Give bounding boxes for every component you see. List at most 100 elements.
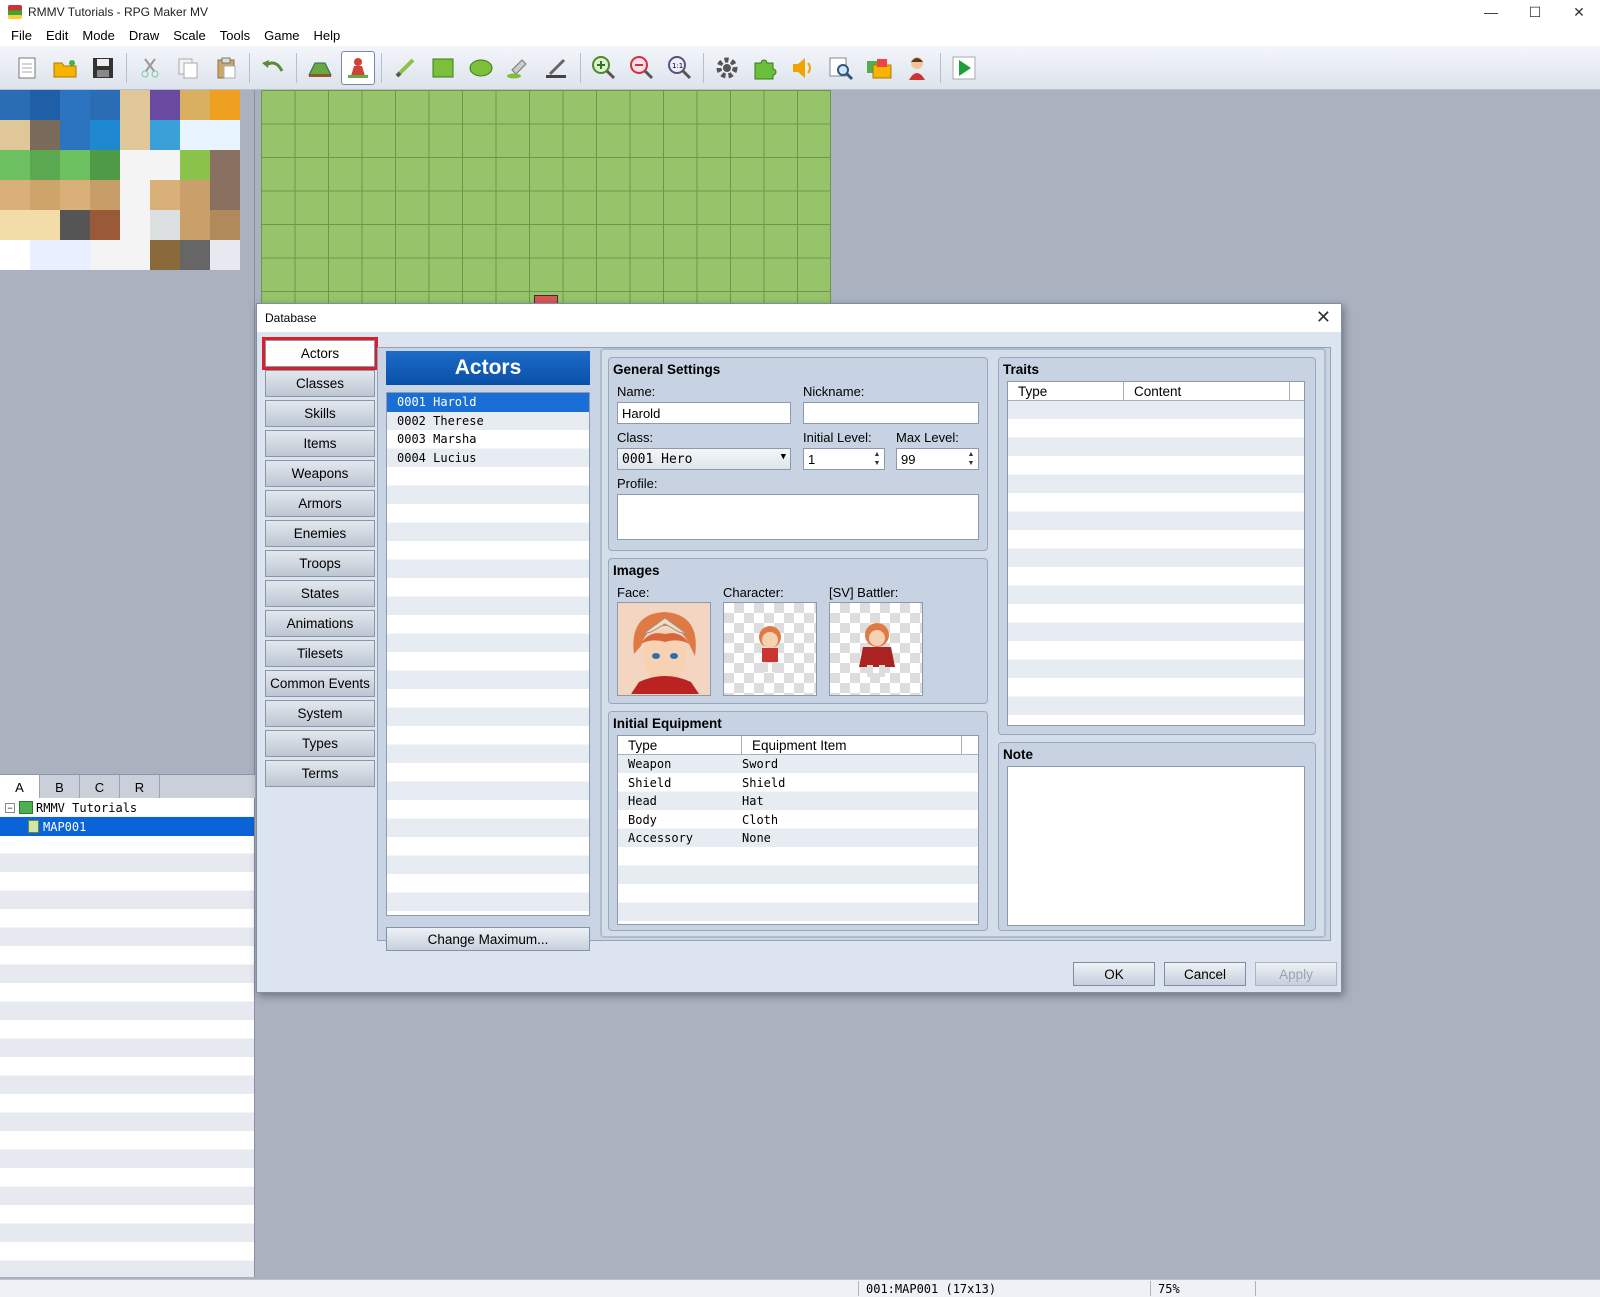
plugin-manager-icon[interactable] <box>748 51 782 85</box>
cut-icon[interactable] <box>133 51 167 85</box>
tile[interactable] <box>60 90 90 120</box>
nav-items[interactable]: Items <box>265 430 375 457</box>
ok-button[interactable]: OK <box>1073 962 1155 986</box>
menu-draw[interactable]: Draw <box>122 28 166 43</box>
nav-animations[interactable]: Animations <box>265 610 375 637</box>
actor-list-item[interactable]: 0002 Therese <box>387 412 589 431</box>
nav-terms[interactable]: Terms <box>265 760 375 787</box>
tile[interactable] <box>150 180 180 210</box>
save-icon[interactable] <box>86 51 120 85</box>
new-icon[interactable] <box>10 51 44 85</box>
tile[interactable] <box>210 240 240 270</box>
map-canvas[interactable] <box>261 90 831 304</box>
col-type[interactable]: Type <box>618 736 742 754</box>
shadow-pen-icon[interactable] <box>540 51 574 85</box>
tile[interactable] <box>0 180 30 210</box>
profile-textarea[interactable] <box>617 494 979 540</box>
nav-troops[interactable]: Troops <box>265 550 375 577</box>
table-row[interactable]: Accessory None <box>618 829 978 848</box>
tile[interactable] <box>180 150 210 180</box>
tile[interactable] <box>150 210 180 240</box>
ellipse-icon[interactable] <box>464 51 498 85</box>
paste-icon[interactable] <box>209 51 243 85</box>
tile[interactable] <box>90 90 120 120</box>
tile[interactable] <box>90 180 120 210</box>
zoom-in-icon[interactable] <box>587 51 621 85</box>
nav-armors[interactable]: Armors <box>265 490 375 517</box>
tab-a[interactable]: A <box>0 775 40 799</box>
tile[interactable] <box>60 120 90 150</box>
fill-icon[interactable] <box>502 51 536 85</box>
playtest-icon[interactable] <box>947 51 981 85</box>
maximize-button[interactable]: ☐ <box>1512 0 1558 24</box>
tile[interactable] <box>30 210 60 240</box>
tile[interactable] <box>180 120 210 150</box>
collapse-icon[interactable]: − <box>5 802 15 813</box>
spinner-arrows-icon[interactable]: ▲ ▼ <box>872 450 882 468</box>
tile[interactable] <box>90 150 120 180</box>
nav-weapons[interactable]: Weapons <box>265 460 375 487</box>
table-row[interactable]: Shield Shield <box>618 774 978 793</box>
tile[interactable] <box>120 120 150 150</box>
class-select[interactable]: 0001 Hero ▼ <box>617 448 791 470</box>
nav-states[interactable]: States <box>265 580 375 607</box>
undo-icon[interactable] <box>256 51 290 85</box>
actor-list-item[interactable]: 0004 Lucius <box>387 449 589 468</box>
tile-palette[interactable] <box>0 90 240 270</box>
tile[interactable] <box>150 150 180 180</box>
tile[interactable] <box>30 90 60 120</box>
menu-edit[interactable]: Edit <box>39 28 75 43</box>
col-equipment-item[interactable]: Equipment Item <box>742 736 962 754</box>
copy-icon[interactable] <box>171 51 205 85</box>
menu-file[interactable]: File <box>4 28 39 43</box>
apply-button[interactable]: Apply <box>1255 962 1337 986</box>
pencil-icon[interactable] <box>388 51 422 85</box>
tile[interactable] <box>180 180 210 210</box>
dialog-close-button[interactable]: ✕ <box>1316 307 1331 328</box>
menu-game[interactable]: Game <box>257 28 306 43</box>
character-image[interactable] <box>723 602 817 696</box>
tile[interactable] <box>210 150 240 180</box>
tab-c[interactable]: C <box>80 775 120 799</box>
tile[interactable] <box>210 90 240 120</box>
tile[interactable] <box>180 240 210 270</box>
tile[interactable] <box>30 240 60 270</box>
equipment-table[interactable]: Type Equipment Item Weapon Sword Shield Sh… <box>617 735 979 925</box>
zoom-out-icon[interactable] <box>625 51 659 85</box>
menu-mode[interactable]: Mode <box>75 28 122 43</box>
tile[interactable] <box>30 120 60 150</box>
tile[interactable] <box>90 240 120 270</box>
tile[interactable] <box>120 90 150 120</box>
tree-map[interactable]: MAP001 <box>0 817 254 836</box>
sv-battler-image[interactable] <box>829 602 923 696</box>
open-icon[interactable] <box>48 51 82 85</box>
tile[interactable] <box>60 180 90 210</box>
max-level-stepper[interactable]: 99 ▲ ▼ <box>896 448 979 470</box>
menu-tools[interactable]: Tools <box>213 28 257 43</box>
tab-r[interactable]: R <box>120 775 160 799</box>
rectangle-icon[interactable] <box>426 51 460 85</box>
table-row[interactable]: Weapon Sword <box>618 755 978 774</box>
tile[interactable] <box>180 210 210 240</box>
nav-enemies[interactable]: Enemies <box>265 520 375 547</box>
tile[interactable] <box>0 120 30 150</box>
nav-skills[interactable]: Skills <box>265 400 375 427</box>
tile[interactable] <box>30 150 60 180</box>
close-button[interactable]: ✕ <box>1556 0 1600 24</box>
tile[interactable] <box>210 120 240 150</box>
minimize-button[interactable]: — <box>1468 0 1514 24</box>
tile[interactable] <box>150 240 180 270</box>
tile[interactable] <box>60 150 90 180</box>
nickname-field[interactable] <box>803 402 979 424</box>
tile[interactable] <box>150 90 180 120</box>
menu-scale[interactable]: Scale <box>166 28 213 43</box>
tile[interactable] <box>120 180 150 210</box>
tab-b[interactable]: B <box>40 775 80 799</box>
tile[interactable] <box>120 150 150 180</box>
note-textarea[interactable] <box>1007 766 1305 926</box>
actor-list-item[interactable]: 0001 Harold <box>387 393 589 412</box>
actor-list[interactable]: 0001 Harold 0002 Therese 0003 Marsha 000… <box>386 392 590 916</box>
sound-test-icon[interactable] <box>786 51 820 85</box>
col-content[interactable]: Content <box>1124 382 1290 400</box>
event-mode-icon[interactable] <box>341 50 375 85</box>
